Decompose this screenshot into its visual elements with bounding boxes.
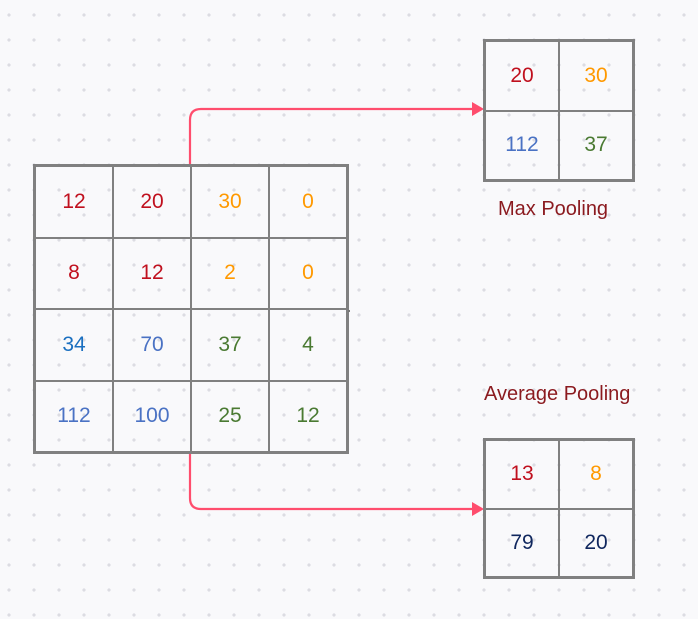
- matrix-cell: 100: [113, 380, 191, 452]
- matrix-cell: 79: [485, 508, 559, 577]
- matrix-cell: 30: [191, 166, 269, 238]
- average-pooling-matrix: 13 8 79 20: [483, 438, 635, 579]
- matrix-cell: 25: [191, 380, 269, 452]
- arrow-to-average-pooling: [188, 454, 472, 511]
- matrix-cell: 37: [191, 309, 269, 381]
- arrow-to-max-pooling: [188, 107, 472, 164]
- matrix-cell: 20: [485, 41, 559, 111]
- input-matrix: 12 20 30 0 8 12 2 0 34 70 37 4 112 100 25 12: [33, 164, 349, 454]
- matrix-cell: 0: [269, 237, 347, 309]
- matrix-cell: 112: [485, 110, 559, 180]
- max-pooling-matrix: 20 30 112 37: [483, 39, 635, 182]
- matrix-cell: 2: [191, 237, 269, 309]
- matrix-cell: 12: [269, 380, 347, 452]
- matrix-cell: 70: [113, 309, 191, 381]
- matrix-cell: 8: [559, 440, 633, 509]
- matrix-cell: 0: [269, 166, 347, 238]
- matrix-cell: 13: [485, 440, 559, 509]
- max-pooling-label: Max Pooling: [498, 198, 609, 220]
- matrix-cell: 20: [113, 166, 191, 238]
- matrix-cell: 12: [35, 166, 113, 238]
- matrix-cell: 30: [559, 41, 633, 111]
- matrix-cell: 37: [559, 110, 633, 180]
- matrix-cell: 34: [35, 309, 113, 381]
- matrix-cell: 8: [35, 237, 113, 309]
- matrix-cell: 112: [35, 380, 113, 452]
- matrix-cell: 4: [269, 309, 347, 381]
- edge-mark: [348, 310, 350, 312]
- matrix-cell: 20: [559, 508, 633, 577]
- average-pooling-label: Average Pooling: [484, 383, 631, 405]
- matrix-cell: 12: [113, 237, 191, 309]
